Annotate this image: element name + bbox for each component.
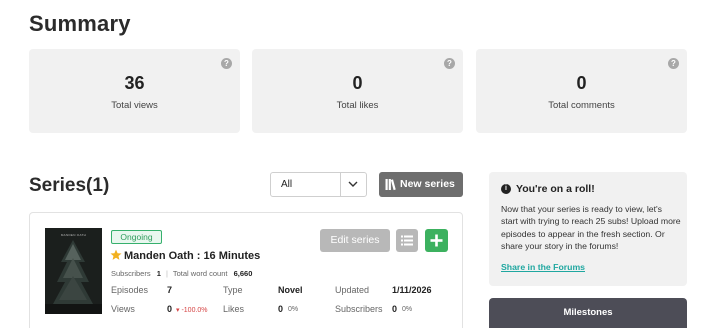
series-cover-image[interactable]: MANDEN OATH [45,228,102,314]
series-filter-select[interactable]: All [270,172,367,197]
filter-divider [340,173,341,196]
page-title: Summary [29,11,131,36]
total-likes-label: Total likes [336,100,379,111]
list-icon [401,235,413,246]
views-label: Views [111,304,135,314]
word-count-label: Total word count [172,269,228,278]
meta-separator: | [165,269,168,278]
series-card: MANDEN OATH Ongoing Manden Oath : 16 Min… [29,212,463,328]
info-icon: i [501,184,511,194]
series-meta: Subscribers 1 | Total word count 6,660 [111,269,252,278]
help-icon[interactable]: ? [444,58,455,69]
views-value: 0 [167,304,173,314]
type-label: Type [223,285,243,295]
views-delta: ▾ -100.0% [176,307,208,314]
total-likes-card: ? 0 Total likes [252,49,463,133]
edit-series-button[interactable]: Edit series [320,229,390,252]
help-icon[interactable]: ? [221,58,232,69]
likes-label: Likes [223,304,245,314]
milestones-panel: Milestones [489,298,687,328]
chevron-down-icon [348,181,358,187]
total-views-card: ? 36 Total views [29,49,240,133]
subscribers-meta-label: Subscribers [111,269,151,278]
total-views-label: Total views [111,100,158,111]
updated-value: 1/11/2026 [392,285,432,295]
total-comments-card: ? 0 Total comments [476,49,687,133]
likes-value: 0 [278,304,284,314]
share-forums-link[interactable]: Share in the Forums [501,262,585,272]
episodes-label: Episodes [111,285,149,295]
word-count-value: 6,660 [233,269,253,278]
episode-list-button[interactable] [396,229,418,252]
subscribers-percent: 0% [402,306,413,313]
total-comments-value: 0 [576,73,587,93]
episodes-value: 7 [167,285,173,295]
help-icon[interactable]: ? [668,58,679,69]
filter-selected-value: All [281,179,293,190]
subscribers-meta-value: 1 [156,269,161,278]
subscribers-value: 0 [392,304,398,314]
type-value: Novel [278,285,303,295]
series-heading: Series(1) [29,175,110,196]
on-a-roll-title: You're on a roll! [516,183,595,195]
star-icon [110,249,122,260]
updated-label: Updated [335,285,370,295]
on-a-roll-body: Now that your series is ready to view, l… [501,204,681,251]
total-likes-value: 0 [352,73,363,93]
new-series-label: New series [400,178,455,190]
status-badge: Ongoing [111,230,162,244]
add-episode-button[interactable] [425,229,448,252]
new-series-button[interactable]: New series [379,172,463,197]
likes-percent: 0% [288,306,299,313]
cover-title-text: MANDEN OATH [60,233,87,237]
on-a-roll-panel: i You're on a roll! Now that your series… [489,172,687,286]
subscribers-label: Subscribers [335,304,383,314]
cover-tree-art [45,228,102,314]
plus-icon [430,234,443,247]
books-icon [385,179,396,191]
series-name-link[interactable]: Manden Oath : 16 Minutes [124,250,260,262]
total-views-value: 36 [124,73,145,93]
total-comments-label: Total comments [548,100,615,111]
milestones-title: Milestones [563,307,613,318]
